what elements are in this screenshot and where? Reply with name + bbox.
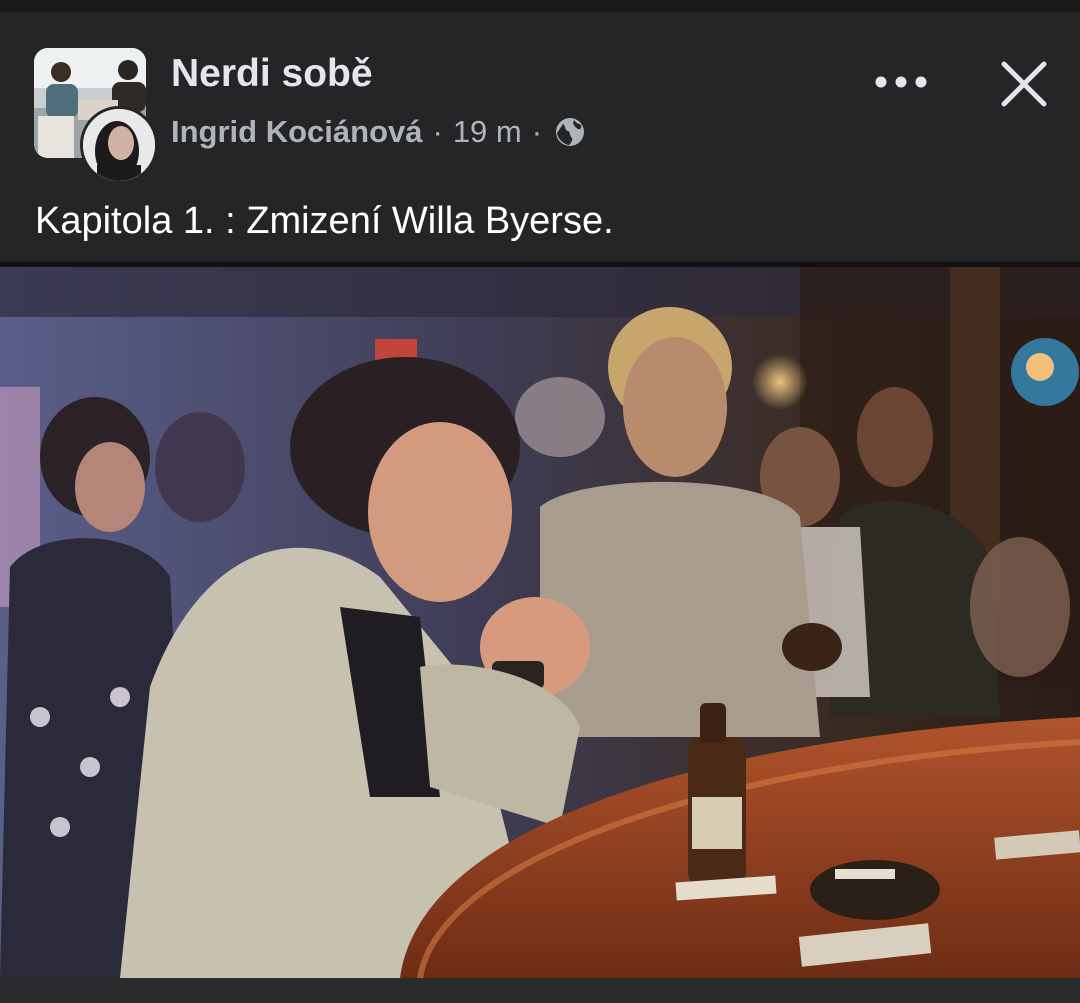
globe-icon — [554, 116, 586, 148]
close-button[interactable] — [990, 50, 1058, 118]
post-image[interactable] — [0, 267, 1080, 978]
top-strip — [0, 0, 1080, 12]
bar-scene-image — [0, 267, 1080, 978]
author-name[interactable]: Ingrid Kociánová — [171, 114, 422, 150]
avatar-group[interactable] — [34, 48, 158, 184]
more-options-button[interactable] — [866, 52, 936, 112]
user-avatar[interactable] — [80, 106, 158, 184]
close-icon — [1001, 61, 1047, 107]
user-avatar-image — [83, 109, 155, 181]
bottom-strip — [0, 978, 1080, 1003]
group-name[interactable]: Nerdi sobě — [171, 52, 373, 96]
meta-separator-2: · — [531, 114, 543, 149]
more-options-icon — [875, 76, 927, 88]
post-text: Kapitola 1. : Zmizení Willa Byerse. — [35, 200, 614, 242]
meta-separator: · — [432, 114, 443, 149]
post-meta: Ingrid Kociánová · 19 m · — [171, 112, 586, 152]
post-time[interactable]: 19 m — [453, 114, 522, 150]
post-header: Nerdi sobě Ingrid Kociánová · 19 m · Kap… — [0, 12, 1080, 262]
